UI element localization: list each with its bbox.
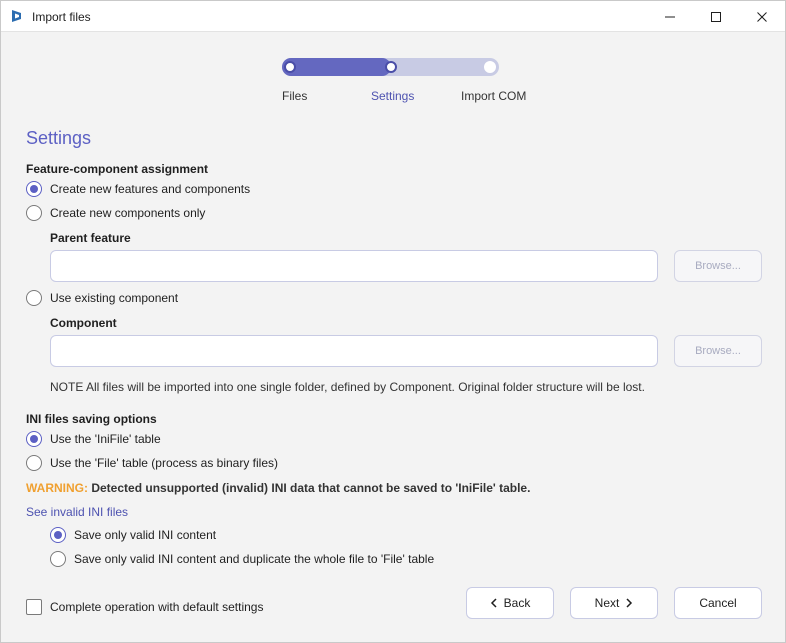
radio-label: Save only valid INI content and duplicat… <box>74 552 435 566</box>
stepper-progress <box>282 58 391 76</box>
ini-options-label: INI files saving options <box>26 412 157 426</box>
maximize-button[interactable] <box>693 1 739 32</box>
parent-feature-input[interactable] <box>50 250 658 282</box>
next-button[interactable]: Next <box>570 587 658 619</box>
radio-create-components-only[interactable]: Create new components only <box>26 205 205 221</box>
minimize-button[interactable] <box>647 1 693 32</box>
checkbox-box <box>26 599 42 615</box>
folder-note: NOTE All files will be imported into one… <box>50 380 645 394</box>
radio-use-inifile-table[interactable]: Use the 'IniFile' table <box>26 431 161 447</box>
cancel-button[interactable]: Cancel <box>674 587 762 619</box>
radio-label: Use the 'File' table (process as binary … <box>50 456 279 470</box>
step-dot-settings <box>385 61 397 73</box>
component-browse-button[interactable]: Browse... <box>674 335 762 367</box>
radio-label: Use the 'IniFile' table <box>50 432 161 446</box>
radio-save-valid-ini-content[interactable]: Save only valid INI content <box>50 527 216 543</box>
radio-circle <box>26 431 42 447</box>
radio-label: Use existing component <box>50 291 179 305</box>
ini-warning: WARNING: Detected unsupported (invalid) … <box>26 481 530 495</box>
radio-circle <box>26 455 42 471</box>
component-label: Component <box>50 316 117 330</box>
parent-feature-label: Parent feature <box>50 231 131 245</box>
parent-feature-browse-button[interactable]: Browse... <box>674 250 762 282</box>
app-icon <box>12 10 21 22</box>
next-label: Next <box>594 596 620 610</box>
back-label: Back <box>503 596 531 610</box>
page-title: Settings <box>26 128 92 148</box>
feature-assignment-label: Feature-component assignment <box>26 162 209 176</box>
close-icon <box>757 11 767 22</box>
chevron-right-icon <box>626 598 633 608</box>
radio-label: Create new components only <box>50 206 206 220</box>
maximize-icon <box>711 11 721 22</box>
step-dot-files <box>284 61 296 73</box>
radio-circle <box>50 551 66 567</box>
minimize-icon <box>665 16 675 17</box>
title-bar: Import files <box>1 1 785 32</box>
radio-circle <box>50 527 66 543</box>
close-button[interactable] <box>739 1 785 32</box>
radio-use-file-table[interactable]: Use the 'File' table (process as binary … <box>26 455 278 471</box>
warning-label: WARNING: <box>26 481 88 495</box>
warning-text: Detected unsupported (invalid) INI data … <box>91 481 531 495</box>
step-label-settings: Settings <box>371 89 415 103</box>
radio-label: Create new features and components <box>50 182 251 196</box>
component-input[interactable] <box>50 335 658 367</box>
window-title: Import files <box>32 10 91 24</box>
radio-circle <box>26 205 42 221</box>
radio-circle <box>26 181 42 197</box>
step-dot-import-com <box>484 61 496 73</box>
cancel-label: Cancel <box>699 596 737 610</box>
radio-label: Save only valid INI content <box>74 528 217 542</box>
import-files-window: Import files Files Settings Import COM S… <box>0 0 786 643</box>
radio-circle <box>26 290 42 306</box>
see-invalid-ini-files-link[interactable]: See invalid INI files <box>26 505 128 519</box>
chevron-left-icon <box>490 598 497 608</box>
radio-use-existing-component[interactable]: Use existing component <box>26 290 178 306</box>
back-button[interactable]: Back <box>466 587 554 619</box>
step-label-files: Files <box>282 89 308 103</box>
radio-save-valid-and-duplicate[interactable]: Save only valid INI content and duplicat… <box>50 551 434 567</box>
radio-create-features-components[interactable]: Create new features and components <box>26 181 250 197</box>
checkbox-label: Complete operation with default settings <box>50 600 264 614</box>
step-label-import-com: Import COM <box>461 89 527 103</box>
default-settings-checkbox[interactable]: Complete operation with default settings <box>26 599 263 615</box>
